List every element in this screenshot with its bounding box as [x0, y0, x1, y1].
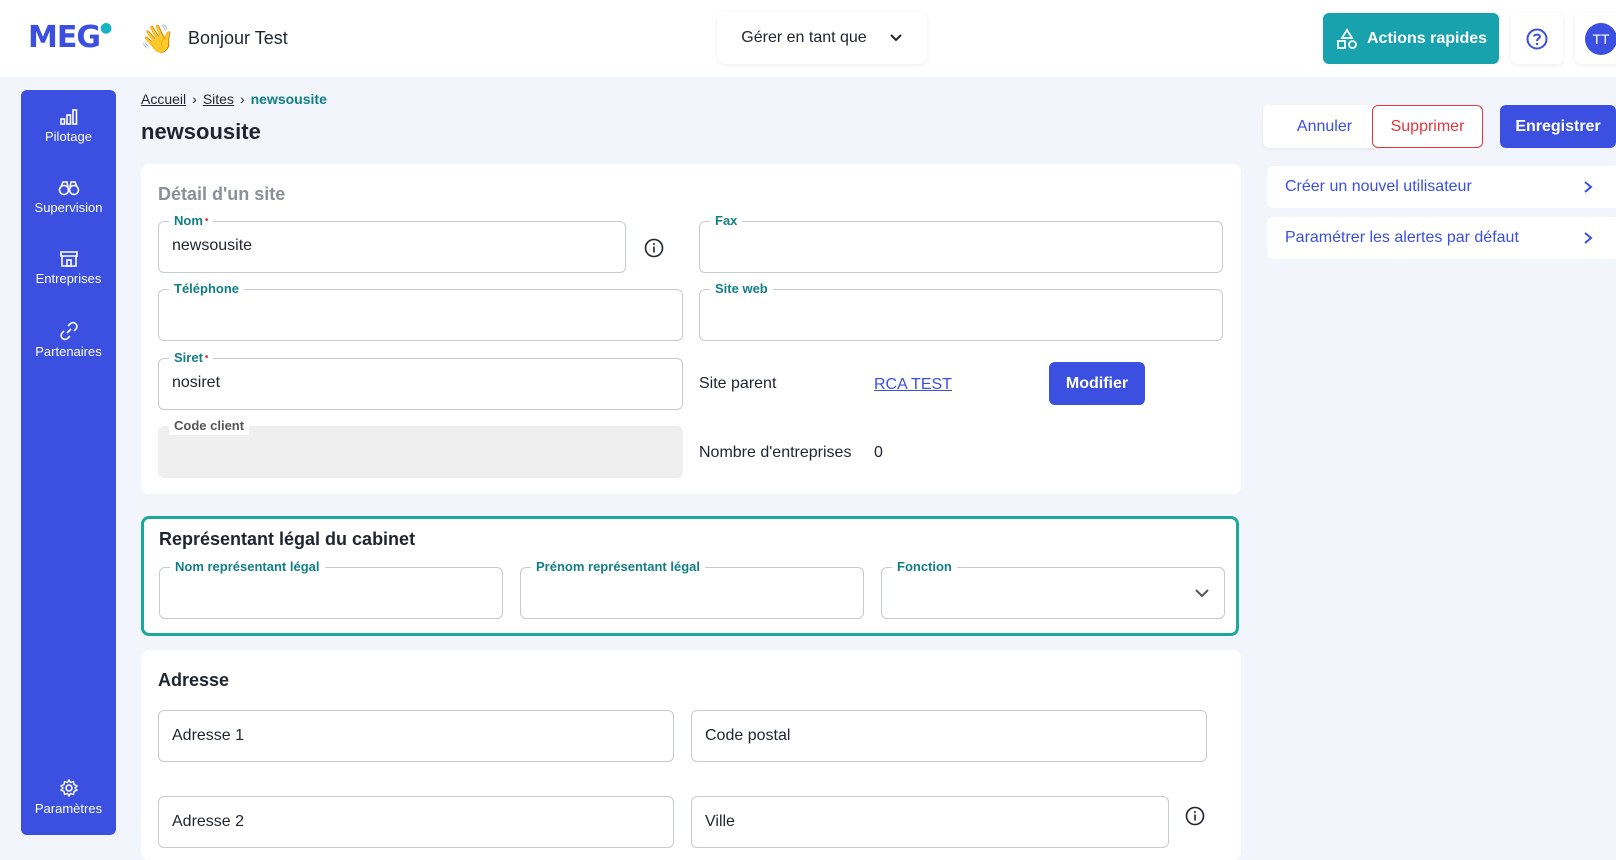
avatar: TT — [1585, 23, 1616, 55]
gear-icon — [59, 778, 78, 798]
legal-representative-title: Représentant légal du cabinet — [159, 529, 416, 549]
fax-field[interactable]: Fax — [699, 212, 1223, 273]
legal-fonction-label: Fonction — [892, 558, 957, 576]
sidebar: Pilotage Supervision Entreprises Partena… — [21, 90, 116, 835]
legal-prenom-field[interactable]: Prénom représentant légal — [520, 558, 864, 619]
breadcrumb-sites-link[interactable]: Sites — [203, 91, 234, 107]
site-detail-card: Détail d'un site Nom • newsousite Fax Tél… — [141, 164, 1241, 494]
default-alerts-label: Paramétrer les alertes par défaut — [1285, 229, 1519, 246]
legal-prenom-label: Prénom représentant légal — [531, 558, 705, 576]
sidebar-item-partenaires[interactable]: Partenaires — [21, 321, 116, 359]
sidebar-item-entreprises[interactable]: Entreprises — [21, 250, 116, 286]
code-client-field: Code client — [158, 417, 683, 478]
waving-hand-icon: 👋 — [140, 23, 175, 54]
delete-button[interactable]: Supprimer — [1372, 105, 1483, 148]
manage-as-dropdown[interactable]: Gérer en tant que — [717, 12, 927, 64]
site-parent-link[interactable]: RCA TEST — [874, 376, 952, 394]
breadcrumb-home-link[interactable]: Accueil — [141, 91, 186, 107]
top-bar: MEG● 👋 Bonjour Test Gérer en tant que Ac… — [0, 0, 1616, 77]
siret-label: Siret • — [169, 349, 214, 367]
legal-fonction-select[interactable]: Fonction — [881, 558, 1225, 619]
site-parent-label: Site parent — [699, 375, 777, 392]
adresse2-input[interactable]: Adresse 2 — [158, 796, 674, 848]
page-title: newsousite — [141, 119, 261, 144]
sidebar-item-label: Supervision — [34, 200, 103, 215]
nom-value: newsousite — [172, 237, 253, 254]
user-avatar-button[interactable]: TT — [1575, 13, 1616, 64]
chevron-down-icon — [889, 34, 902, 42]
site-web-label: Site web — [710, 280, 773, 298]
modify-parent-button[interactable]: Modifier — [1049, 362, 1145, 405]
nom-field[interactable]: Nom • newsousite — [158, 212, 626, 273]
greeting-text: Bonjour Test — [188, 28, 288, 48]
chevron-right-icon: › — [239, 91, 245, 107]
help-icon — [1526, 28, 1548, 49]
code-postal-placeholder: Code postal — [705, 727, 791, 744]
legal-nom-field[interactable]: Nom représentant légal — [159, 558, 503, 619]
cancel-button[interactable]: Annuler — [1263, 105, 1386, 148]
nom-label: Nom • — [169, 212, 214, 230]
site-detail-title: Détail d'un site — [158, 184, 286, 204]
shapes-icon — [1337, 27, 1357, 49]
address-card: Adresse Adresse 1 Code postal Adresse 2 … — [141, 650, 1241, 860]
save-button[interactable]: Enregistrer — [1500, 105, 1616, 148]
ville-input[interactable]: Ville — [691, 796, 1169, 848]
manage-as-label: Gérer en tant que — [741, 29, 867, 46]
sidebar-item-label: Pilotage — [45, 129, 92, 144]
nb-entreprises-label: Nombre d'entreprises — [699, 444, 852, 461]
code-postal-input[interactable]: Code postal — [691, 710, 1207, 762]
link-icon — [59, 321, 78, 341]
create-user-label: Créer un nouvel utilisateur — [1285, 178, 1472, 195]
sidebar-item-pilotage[interactable]: Pilotage — [21, 108, 116, 144]
ville-placeholder: Ville — [705, 813, 735, 830]
quick-actions-label: Actions rapides — [1366, 29, 1488, 47]
chevron-right-icon — [1584, 181, 1593, 193]
create-user-link[interactable]: Créer un nouvel utilisateur — [1267, 166, 1616, 208]
telephone-label: Téléphone — [169, 280, 245, 298]
sidebar-item-supervision[interactable]: Supervision — [21, 179, 116, 215]
binoculars-icon — [58, 181, 79, 196]
fax-label: Fax — [710, 212, 743, 230]
adresse1-input[interactable]: Adresse 1 — [158, 710, 674, 762]
sidebar-item-label: Entreprises — [35, 271, 102, 286]
telephone-field[interactable]: Téléphone — [158, 280, 683, 341]
siret-value: nosiret — [172, 374, 221, 391]
quick-actions-button[interactable]: Actions rapides — [1323, 13, 1499, 64]
adresse2-placeholder: Adresse 2 — [172, 813, 245, 830]
chart-icon — [59, 109, 77, 125]
default-alerts-link[interactable]: Paramétrer les alertes par défaut — [1267, 217, 1616, 259]
code-client-label: Code client — [169, 417, 250, 435]
breadcrumb: Accueil › Sites › newsousite — [141, 91, 327, 107]
chevron-right-icon: › — [192, 91, 197, 107]
info-icon[interactable] — [1185, 806, 1205, 826]
nb-entreprises-value: 0 — [874, 444, 883, 461]
help-button[interactable] — [1511, 13, 1563, 64]
meg-logo[interactable]: MEG● — [28, 20, 112, 55]
sidebar-item-parametres[interactable]: Paramètres — [21, 778, 116, 816]
sidebar-item-label: Partenaires — [35, 344, 102, 359]
breadcrumb-current: newsousite — [250, 91, 327, 107]
legal-nom-label: Nom représentant légal — [170, 558, 325, 576]
siret-field[interactable]: Siret • nosiret — [158, 349, 683, 410]
site-web-field[interactable]: Site web — [699, 280, 1223, 341]
legal-representative-card: Représentant légal du cabinet Nom représ… — [141, 516, 1239, 636]
store-icon — [59, 251, 78, 267]
sidebar-item-label: Paramètres — [34, 801, 103, 816]
address-title: Adresse — [158, 670, 230, 690]
adresse1-placeholder: Adresse 1 — [172, 727, 245, 744]
info-icon[interactable] — [644, 238, 664, 258]
chevron-right-icon — [1584, 232, 1593, 244]
chevron-down-icon — [1195, 589, 1209, 598]
